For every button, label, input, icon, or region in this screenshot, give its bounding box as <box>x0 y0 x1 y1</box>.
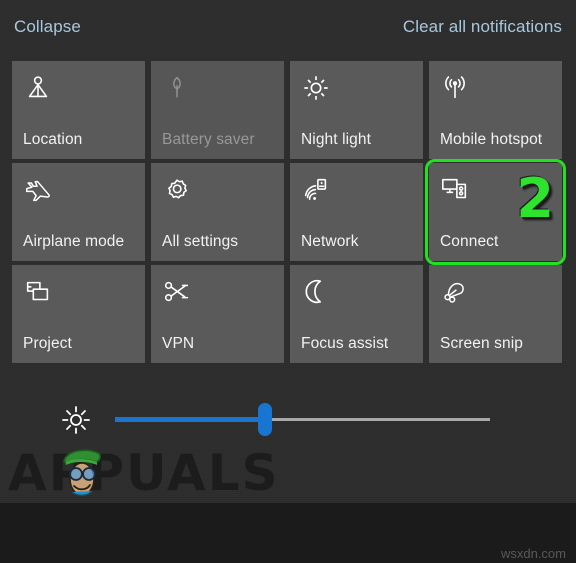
taskbar: ENG 8:00 pm Monday 16 11 2020 1 wsxdn.co… <box>0 503 576 563</box>
appuals-watermark: APPUALS <box>8 443 280 503</box>
slider-thumb[interactable] <box>258 403 272 436</box>
leaf-icon <box>162 73 192 103</box>
annotation-badge-2: 2 <box>516 167 554 230</box>
airplane-icon <box>23 175 53 205</box>
quick-action-tile-vpn[interactable]: VPN <box>151 265 284 363</box>
quick-action-tile-screen-snip[interactable]: Screen snip <box>429 265 562 363</box>
action-center-panel: Collapse Clear all notifications Locatio… <box>0 0 576 503</box>
tile-label: Network <box>301 233 359 250</box>
quick-action-tile-all-settings[interactable]: All settings <box>151 163 284 261</box>
tile-label: Night light <box>301 131 372 148</box>
appuals-mascot-icon <box>56 445 108 501</box>
scissors-snip-icon <box>440 277 470 307</box>
clear-all-notifications-link[interactable]: Clear all notifications <box>403 16 562 38</box>
connect-display-icon <box>440 175 470 205</box>
quick-action-tile-network[interactable]: Network <box>290 163 423 261</box>
tile-label: All settings <box>162 233 239 250</box>
brightness-control-row <box>0 398 576 444</box>
broadcast-icon <box>440 73 470 103</box>
collapse-link[interactable]: Collapse <box>14 16 81 38</box>
tile-label: Mobile hotspot <box>440 131 543 148</box>
quick-action-tile-focus-assist[interactable]: Focus assist <box>290 265 423 363</box>
quick-action-tile-connect[interactable]: Connect 2 <box>425 159 566 265</box>
quick-action-tile-mobile-hotspot[interactable]: Mobile hotspot <box>429 61 562 159</box>
brightness-sun-icon <box>60 404 92 436</box>
action-center-header: Collapse Clear all notifications <box>0 0 576 56</box>
tile-label: Battery saver <box>162 131 255 148</box>
quick-action-tile-battery-saver[interactable]: Battery saver <box>151 61 284 159</box>
gear-icon <box>162 175 192 205</box>
tile-label: Location <box>23 131 83 148</box>
tile-label: Airplane mode <box>23 233 125 250</box>
moon-icon <box>301 277 331 307</box>
tile-label: Screen snip <box>440 335 523 352</box>
slider-fill <box>115 417 265 422</box>
quick-actions-grid: Location Battery saver Night light Mobil… <box>12 61 566 363</box>
site-watermark: wsxdn.com <box>500 546 566 561</box>
project-screens-icon <box>23 277 53 307</box>
tile-label: Project <box>23 335 72 352</box>
tile-label: Connect <box>440 233 499 250</box>
tile-label: VPN <box>162 335 195 352</box>
watermark-text: APPUALS <box>8 444 280 502</box>
network-signal-icon <box>301 175 331 205</box>
sun-icon <box>301 73 331 103</box>
brightness-slider[interactable] <box>115 403 490 436</box>
quick-action-tile-project[interactable]: Project <box>12 265 145 363</box>
quick-action-tile-location[interactable]: Location <box>12 61 145 159</box>
tile-label: Focus assist <box>301 335 389 352</box>
location-pin-icon <box>23 73 53 103</box>
quick-action-tile-night-light[interactable]: Night light <box>290 61 423 159</box>
vpn-link-icon <box>162 277 192 307</box>
quick-action-tile-airplane-mode[interactable]: Airplane mode <box>12 163 145 261</box>
